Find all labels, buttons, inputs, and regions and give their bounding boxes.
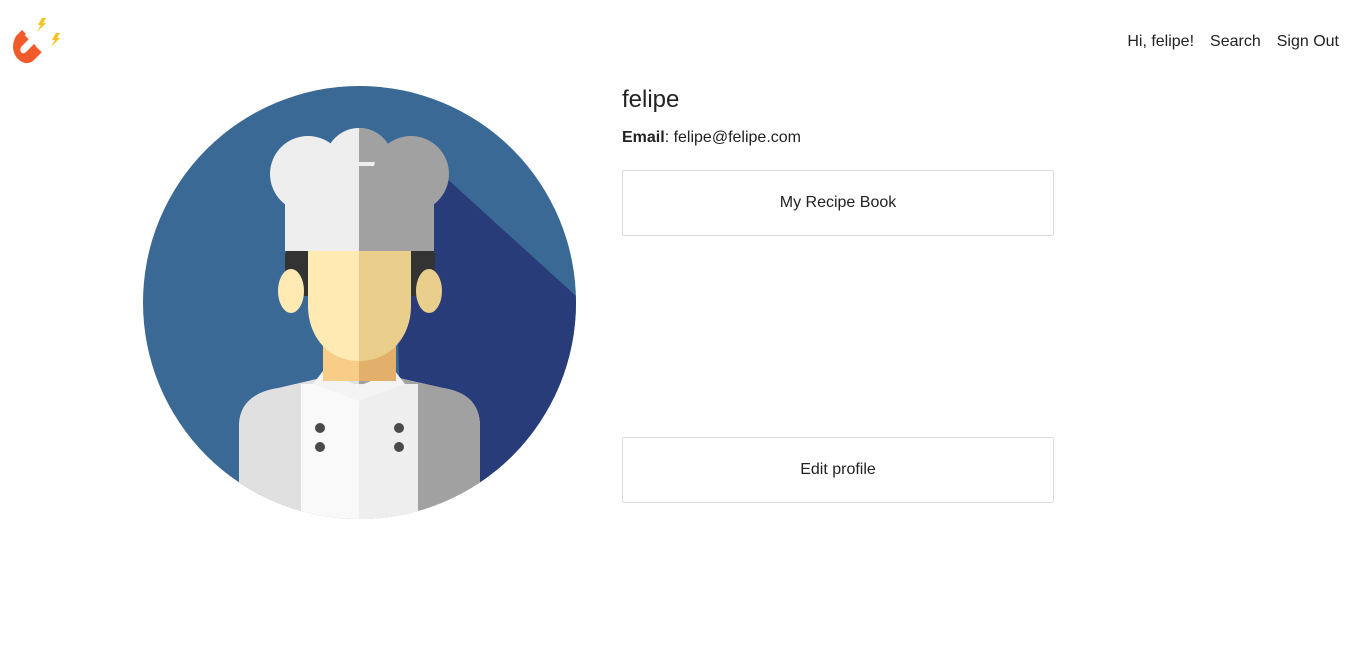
edit-profile-button[interactable]: Edit profile [622, 437, 1054, 503]
top-nav: Hi, felipe! Search Sign Out [1127, 33, 1339, 51]
email-label: Email [622, 129, 665, 146]
app: Hi, felipe! Search Sign Out felipe Email… [0, 0, 1366, 657]
chef-avatar-icon [143, 86, 576, 519]
profile-username: felipe [622, 86, 680, 113]
my-recipe-book-button[interactable]: My Recipe Book [622, 170, 1054, 236]
greeting-link[interactable]: Hi, felipe! [1127, 33, 1194, 51]
search-link[interactable]: Search [1210, 33, 1261, 51]
magnet-logo-icon[interactable] [8, 16, 64, 70]
email-value: felipe@felipe.com [673, 129, 801, 146]
email-line: Email: felipe@felipe.com [622, 128, 801, 148]
sign-out-link[interactable]: Sign Out [1277, 33, 1339, 51]
profile-panel: felipe Email: felipe@felipe.com My Recip… [622, 86, 1054, 503]
email-separator: : [664, 129, 674, 146]
